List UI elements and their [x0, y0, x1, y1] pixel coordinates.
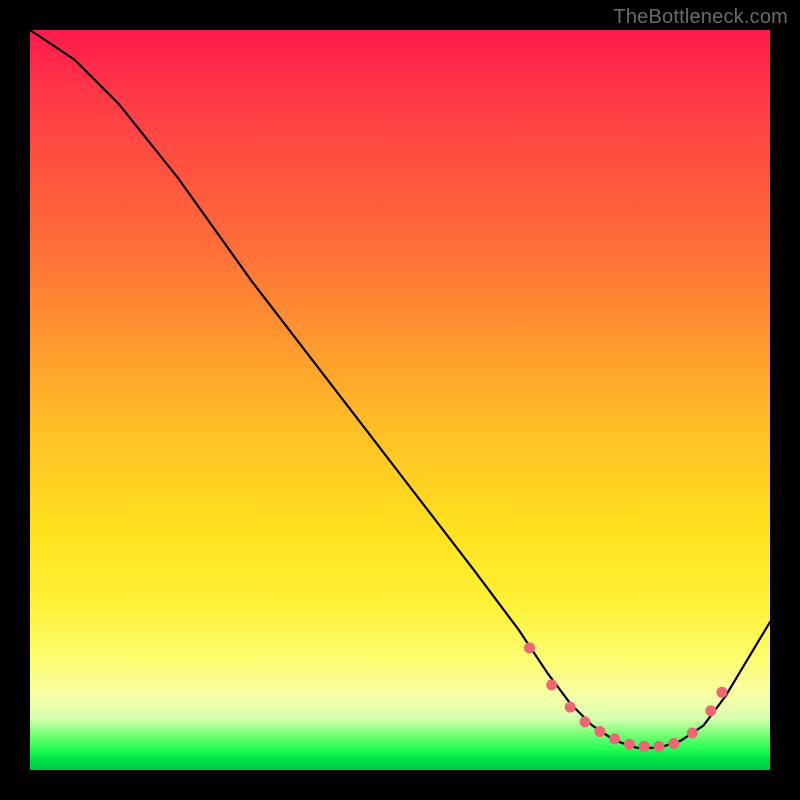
dot-marker: [668, 738, 679, 749]
watermark-text: TheBottleneck.com: [613, 6, 788, 29]
plot-area: [30, 30, 770, 770]
dot-marker: [654, 741, 665, 752]
dot-marker: [705, 705, 716, 716]
dot-marker: [687, 728, 698, 739]
dot-marker: [546, 679, 557, 690]
dot-marker: [594, 726, 605, 737]
dot-marker: [716, 687, 727, 698]
dot-marker: [624, 739, 635, 750]
curve-dots: [524, 642, 727, 751]
dot-marker: [609, 733, 620, 744]
curve-line: [30, 30, 770, 748]
dot-marker: [580, 716, 591, 727]
chart-stage: TheBottleneck.com: [0, 0, 800, 800]
curve-svg: [30, 30, 770, 770]
dot-marker: [524, 642, 535, 653]
dot-marker: [639, 741, 650, 752]
dot-marker: [565, 702, 576, 713]
